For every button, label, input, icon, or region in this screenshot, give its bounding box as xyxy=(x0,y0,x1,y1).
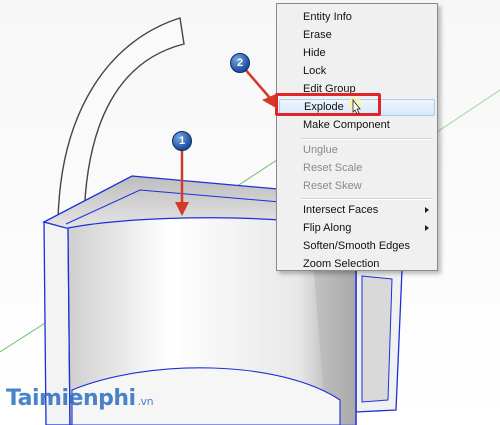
watermark-name: Taimienphi xyxy=(6,386,136,411)
explode-highlight-box xyxy=(275,93,381,116)
mouse-cursor-icon xyxy=(348,97,362,115)
menu-item-entity-info[interactable]: Entity Info xyxy=(279,9,435,26)
submenu-arrow-icon xyxy=(425,225,429,231)
context-menu: Entity Info Erase Hide Lock Edit Group E… xyxy=(276,3,438,271)
menu-item-erase[interactable]: Erase xyxy=(279,27,435,44)
watermark-tld: .vn xyxy=(137,395,154,408)
menu-separator xyxy=(301,198,433,200)
submenu-arrow-icon xyxy=(425,207,429,213)
step2-arrow-line xyxy=(243,67,271,99)
side-handle-inner xyxy=(361,275,393,403)
menu-item-lock[interactable]: Lock xyxy=(279,63,435,80)
menu-item-reset-scale[interactable]: Reset Scale xyxy=(279,160,435,177)
menu-separator xyxy=(301,138,433,140)
step-2-badge: 2 xyxy=(230,53,250,73)
menu-item-make-component[interactable]: Make Component xyxy=(279,117,435,134)
menu-item-soften-smooth-edges[interactable]: Soften/Smooth Edges xyxy=(279,238,435,255)
menu-item-reset-skew[interactable]: Reset Skew xyxy=(279,178,435,195)
menu-item-flip-along[interactable]: Flip Along xyxy=(279,220,435,237)
menu-item-zoom-selection[interactable]: Zoom Selection xyxy=(279,256,435,273)
sketchup-viewport[interactable]: 1 2 Entity Info Erase Hide Lock Edit Gro… xyxy=(0,0,500,425)
menu-item-flip-along-label: Flip Along xyxy=(303,222,352,234)
menu-item-unglue[interactable]: Unglue xyxy=(279,142,435,159)
step-1-badge: 1 xyxy=(172,131,192,151)
watermark-logo: Taimienphi .vn xyxy=(6,386,154,411)
menu-item-intersect-faces-label: Intersect Faces xyxy=(303,204,379,216)
menu-item-hide[interactable]: Hide xyxy=(279,45,435,62)
menu-item-intersect-faces[interactable]: Intersect Faces xyxy=(279,202,435,219)
